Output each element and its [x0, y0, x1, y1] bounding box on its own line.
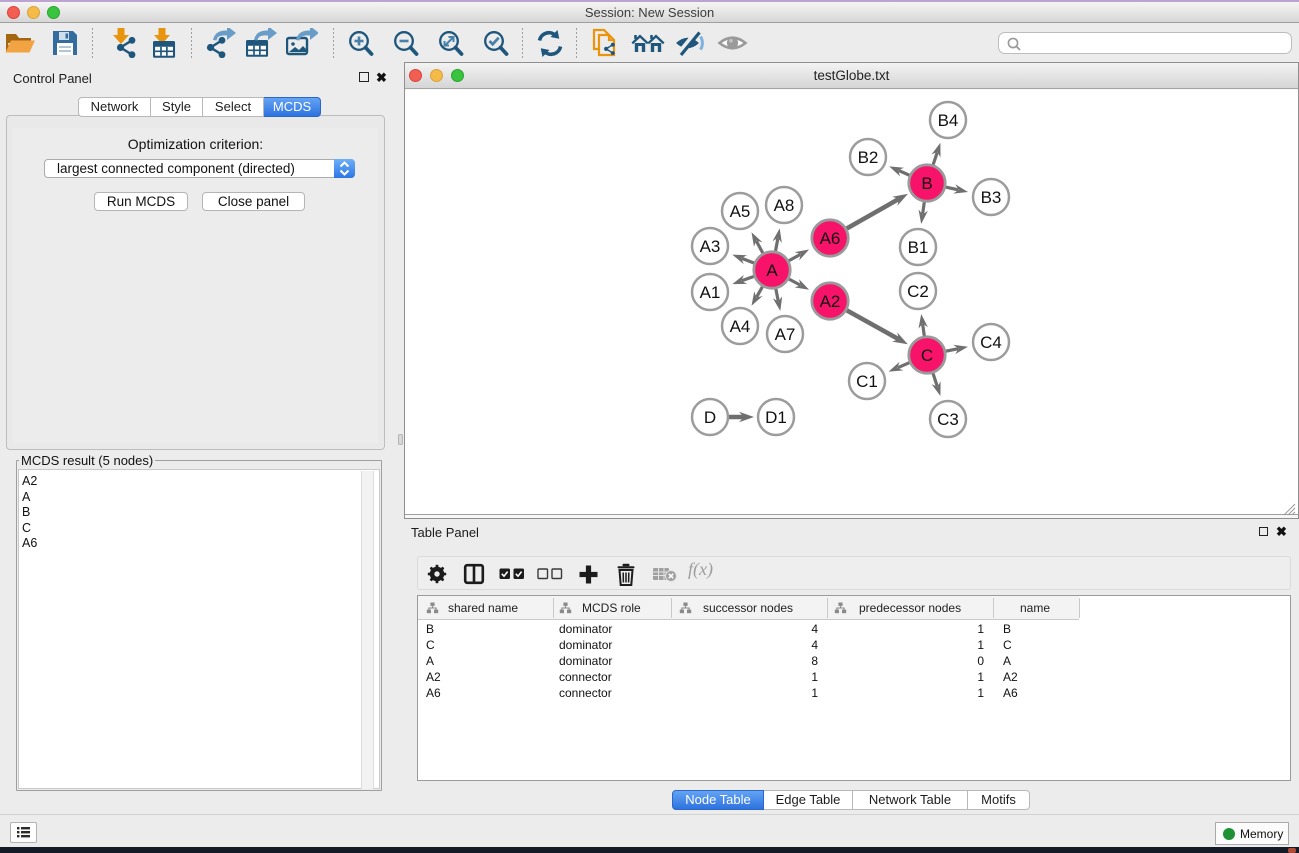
svg-text:B1: B1 [908, 238, 929, 257]
svg-text:D: D [704, 408, 716, 427]
svg-text:A1: A1 [700, 283, 721, 302]
svg-text:B: B [921, 174, 932, 193]
svg-text:A8: A8 [774, 196, 795, 215]
svg-text:B4: B4 [938, 111, 959, 130]
svg-text:B2: B2 [858, 148, 879, 167]
svg-text:B3: B3 [981, 188, 1002, 207]
svg-text:A7: A7 [775, 325, 796, 344]
svg-text:A: A [766, 261, 778, 280]
svg-text:C2: C2 [907, 282, 929, 301]
svg-text:A2: A2 [820, 292, 841, 311]
svg-text:A6: A6 [820, 229, 841, 248]
svg-text:C1: C1 [856, 372, 878, 391]
svg-text:A3: A3 [700, 237, 721, 256]
svg-text:D1: D1 [765, 408, 787, 427]
svg-text:A5: A5 [730, 202, 751, 221]
svg-text:A4: A4 [730, 317, 751, 336]
svg-text:C3: C3 [937, 410, 959, 429]
svg-text:C: C [921, 346, 933, 365]
svg-text:C4: C4 [980, 333, 1002, 352]
